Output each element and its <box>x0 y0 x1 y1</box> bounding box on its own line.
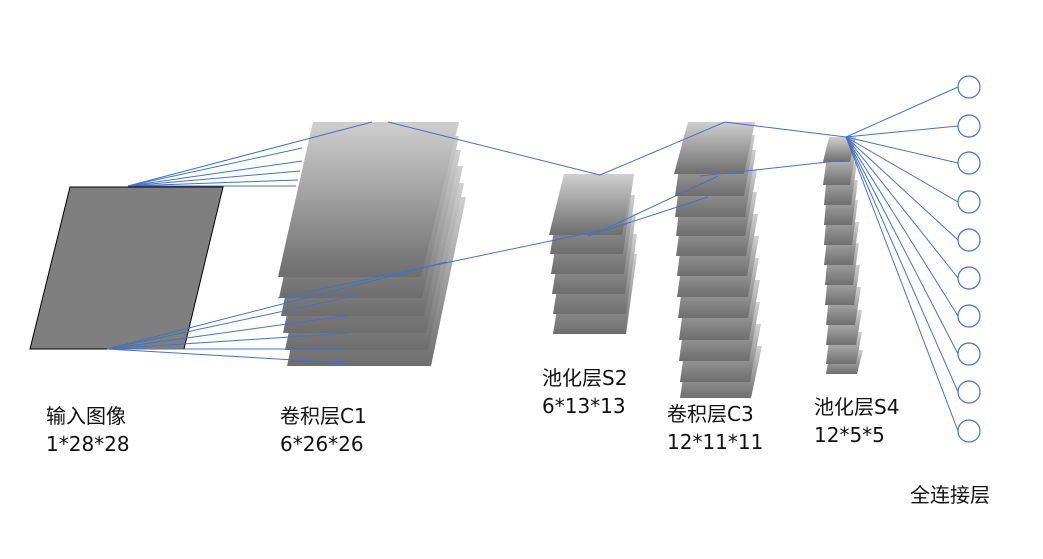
fc-node <box>957 304 981 328</box>
pool2-layer-name: 池化层S2 <box>542 366 628 390</box>
fc-node <box>957 75 981 99</box>
connection-line <box>845 136 959 393</box>
connection-line <box>845 86 959 138</box>
conv3-feature-maps <box>674 122 762 398</box>
pool4-layer-name: 池化层S4 <box>814 395 900 419</box>
conv1-layer-name: 卷积层C1 <box>280 404 367 428</box>
fc-node <box>957 228 981 252</box>
cnn-architecture-diagram <box>29 75 981 443</box>
pool2-feature-maps <box>549 174 637 334</box>
pool2-layer-dims: 6*13*13 <box>542 394 626 418</box>
connection-line <box>845 136 959 241</box>
pool4-feature-maps <box>823 137 863 374</box>
conv1-feature-maps <box>278 122 466 366</box>
fc-node <box>957 419 981 443</box>
fc-nodes <box>957 75 981 443</box>
pool2-map <box>549 174 634 235</box>
conv3-map <box>674 122 755 174</box>
conv1-layer-dims: 6*26*26 <box>280 432 364 456</box>
conv3-layer-dims: 12*11*11 <box>667 430 764 454</box>
connection-line <box>845 136 959 279</box>
connection-line <box>845 136 959 164</box>
input-layer-name: 输入图像 <box>46 404 126 428</box>
fc-node <box>957 151 981 175</box>
connection-line <box>845 125 959 138</box>
fc-node <box>957 342 981 366</box>
fc-node <box>957 380 981 404</box>
fc-node <box>957 266 981 290</box>
fc-node <box>957 114 981 138</box>
connection-line <box>845 136 959 317</box>
input-layer-dims: 1*28*28 <box>46 432 130 456</box>
pool4-layer-dims: 12*5*5 <box>814 423 885 447</box>
conv3-layer-name: 卷积层C3 <box>667 402 754 426</box>
connection-line <box>845 136 959 432</box>
fc-layer-name: 全连接层 <box>910 483 990 507</box>
fc-node <box>957 190 981 214</box>
input-image-map <box>29 186 224 350</box>
